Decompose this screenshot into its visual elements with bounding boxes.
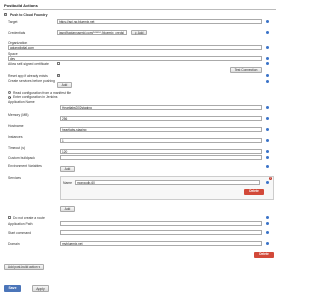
app-path-label: Application Path <box>8 222 33 226</box>
env-vars-label: Environment Variables <box>8 164 42 168</box>
custom-buildpack-label: Custom buildpack <box>8 156 35 160</box>
create-services-label: Create services before pushing <box>8 79 55 83</box>
help-icon[interactable] <box>266 139 269 142</box>
services-label: Services <box>8 176 22 180</box>
domain-input[interactable]: mybluemix.net <box>60 241 262 246</box>
help-icon[interactable] <box>266 181 269 184</box>
chevron-down-icon: ▾ <box>38 265 41 269</box>
reset-app-label: Reset app if already exists <box>8 74 48 78</box>
allow-self-signed-label: Allow self-signed certificate <box>8 62 49 66</box>
help-icon[interactable] <box>266 231 269 234</box>
enter-jenkins-label: Enter configuration in Jenkins <box>13 95 58 99</box>
start-command-input[interactable] <box>60 230 262 235</box>
app-name-label: Application Name <box>8 100 35 104</box>
help-icon[interactable] <box>266 128 269 131</box>
space-label: Space <box>8 51 18 56</box>
delete-postbuild-button[interactable]: Delete <box>254 252 274 258</box>
section-title: Postbuild Actions <box>4 3 38 8</box>
target-input[interactable]: https://api.ng.bluemix.net <box>57 19 262 24</box>
read-manifest-radio[interactable] <box>8 91 11 94</box>
save-button[interactable]: Save <box>4 285 21 292</box>
allow-self-signed-checkbox[interactable] <box>57 62 60 65</box>
read-manifest-label: Read configuration from a manifest file <box>13 90 72 95</box>
help-icon[interactable] <box>266 165 269 168</box>
test-connection-button[interactable]: Test Connection <box>230 67 262 73</box>
help-icon[interactable] <box>266 57 269 60</box>
credentials-select[interactable]: jasn@apiaryuserid.com/****** (bluemix_cr… <box>57 30 127 35</box>
help-icon[interactable] <box>266 222 269 225</box>
create-services-add-button[interactable]: Add <box>57 82 72 88</box>
memory-label: Memory (MB) <box>8 113 29 117</box>
help-icon[interactable] <box>266 31 269 34</box>
add-post-build-action-button[interactable]: Add post-build action ▾ <box>4 264 44 270</box>
hostname-input[interactable]: heartlabs-staging <box>60 127 262 132</box>
push-to-cloud-foundry-checkbox[interactable]: ✓ <box>4 13 7 16</box>
custom-buildpack-input[interactable] <box>60 155 262 160</box>
help-icon[interactable] <box>266 150 269 153</box>
hostname-label: Hostname <box>8 124 24 128</box>
help-icon[interactable] <box>266 216 269 219</box>
key-icon: ⚷ <box>134 30 137 35</box>
service-name-input[interactable]: mongodb-60 <box>75 180 260 185</box>
target-label: Target <box>8 20 18 24</box>
credentials-label: Credentials <box>8 31 26 35</box>
space-input[interactable]: dev <box>8 56 262 61</box>
help-icon[interactable] <box>266 20 269 23</box>
instances-input[interactable]: 1 <box>60 138 262 143</box>
services-add-button[interactable]: Add <box>60 206 75 212</box>
apply-button[interactable]: Apply <box>32 285 49 292</box>
push-to-cloud-foundry-label: Push to Cloud Foundry <box>10 13 48 17</box>
section-divider <box>3 9 276 10</box>
help-icon[interactable] <box>266 117 269 120</box>
instances-label: Instances <box>8 135 23 139</box>
timeout-label: Timeout (s) <box>8 146 26 150</box>
domain-label: Domain <box>8 242 20 246</box>
env-vars-add-button[interactable]: Add <box>60 166 75 172</box>
no-route-label: Do not create a route <box>13 216 45 220</box>
reset-app-checkbox[interactable]: ✓ <box>57 74 60 77</box>
app-name-input[interactable]: HeartlabsD02staging <box>60 105 262 110</box>
add-credentials-button[interactable]: ⚷ Add <box>131 29 147 35</box>
help-icon[interactable] <box>266 46 269 49</box>
add-credentials-label: Add <box>137 30 144 35</box>
add-post-build-label: Add post-build action <box>7 265 38 269</box>
help-icon[interactable] <box>266 80 269 83</box>
close-icon[interactable]: × <box>269 177 272 180</box>
enter-jenkins-radio[interactable] <box>8 95 11 99</box>
service-name-label: Name <box>63 181 73 185</box>
organization-input[interactable]: apiarydigital.com <box>8 45 262 50</box>
help-icon[interactable] <box>266 62 269 65</box>
timeout-input[interactable]: 120 <box>60 149 262 154</box>
help-icon[interactable] <box>266 156 269 159</box>
help-icon[interactable] <box>266 242 269 245</box>
help-icon[interactable] <box>266 74 269 77</box>
delete-service-button[interactable]: Delete <box>244 189 264 195</box>
no-route-checkbox[interactable] <box>8 216 11 219</box>
start-command-label: Start command <box>8 231 31 235</box>
help-icon[interactable] <box>266 106 269 109</box>
memory-input[interactable]: 256 <box>60 116 262 121</box>
app-path-input[interactable] <box>60 221 262 226</box>
